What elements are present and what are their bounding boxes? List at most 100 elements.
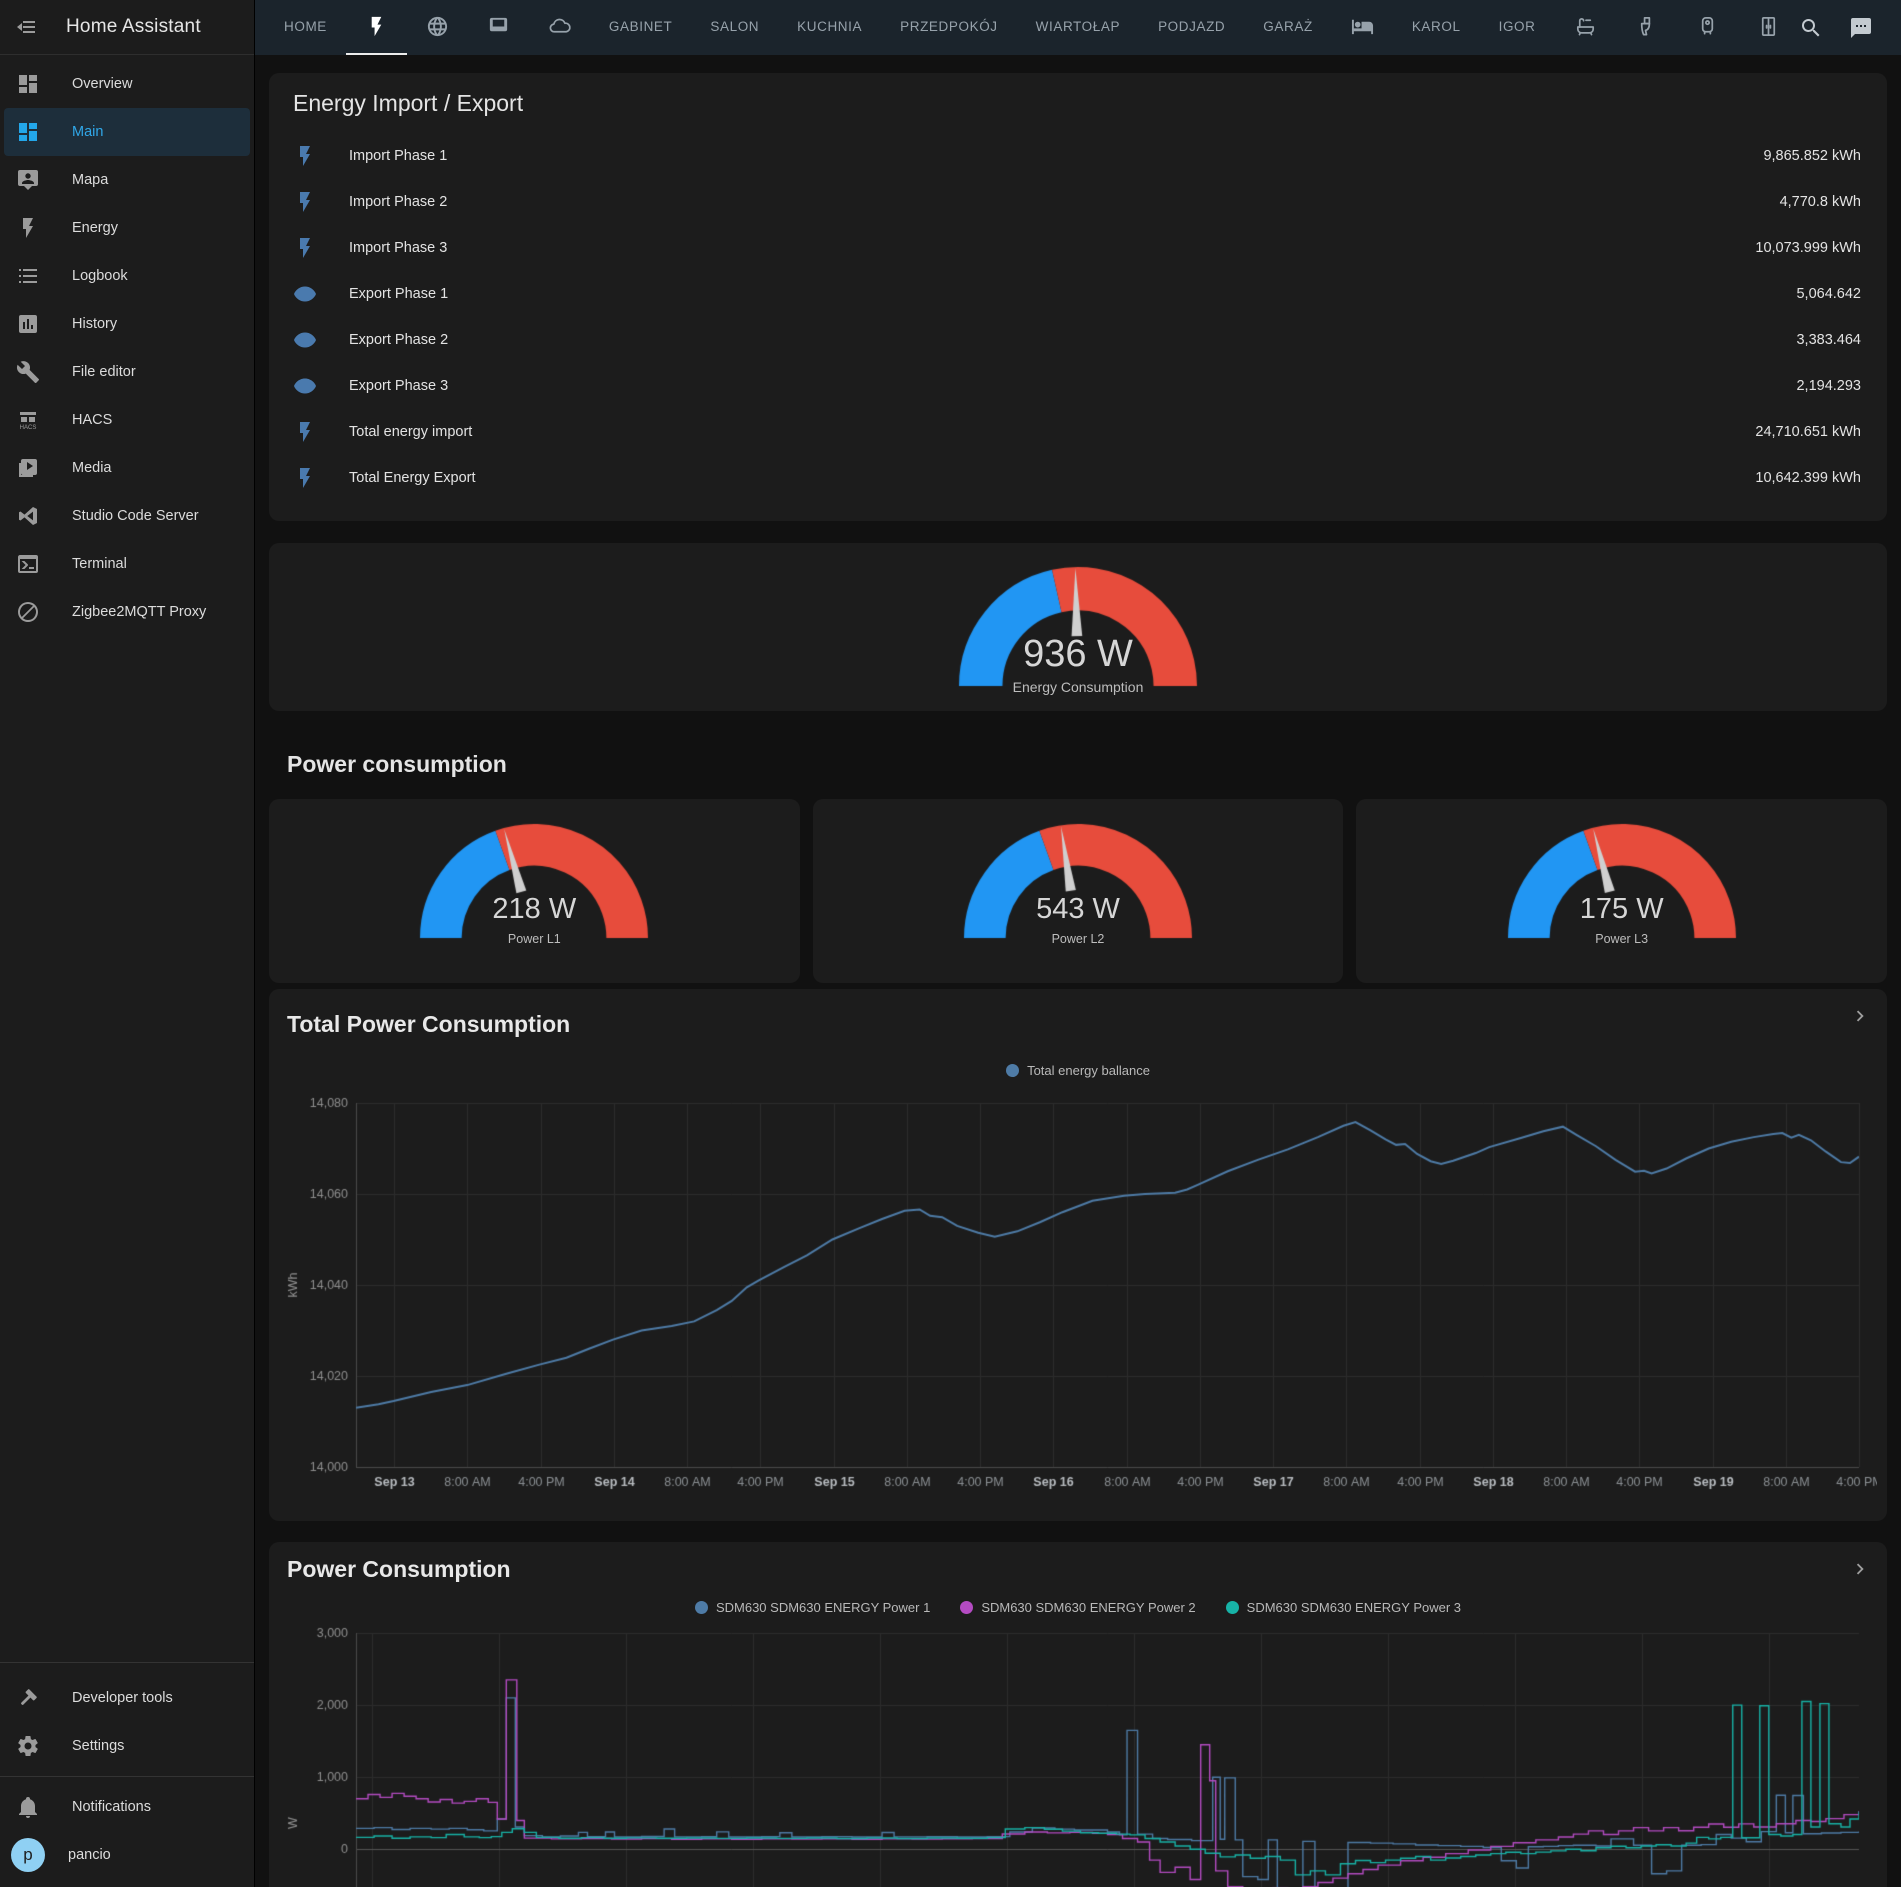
energy-consumption-gauge-card[interactable]: 936 W Energy Consumption [269, 543, 1887, 711]
sidebar-item[interactable]: Mapa [4, 156, 250, 204]
nav-tab[interactable] [1677, 0, 1738, 55]
nav-tab[interactable]: PODJAZD [1139, 0, 1244, 55]
nav-tab[interactable]: SALON [691, 0, 778, 55]
sidebar-item[interactable]: Developer tools [4, 1674, 250, 1722]
chevron-right-icon[interactable] [1849, 1558, 1871, 1580]
power-consumption-chart[interactable] [269, 1623, 1877, 1887]
power-l3-gauge-card[interactable]: 175 W Power L3 [1356, 799, 1887, 983]
nav-tab[interactable] [1555, 0, 1616, 55]
assist-chat-icon[interactable] [1849, 16, 1873, 40]
sidebar: Home Assistant Overview Main Mapa Energy… [0, 0, 255, 1887]
entity-name: Import Phase 1 [349, 148, 447, 164]
legend-item[interactable]: SDM630 SDM630 ENERGY Power 2 [960, 1600, 1195, 1615]
search-icon[interactable] [1799, 16, 1823, 40]
view-dashboard-icon [16, 72, 40, 96]
nav-tab[interactable] [407, 0, 468, 55]
total-power-consumption-chart[interactable] [269, 1086, 1877, 1506]
legend-item[interactable]: SDM630 SDM630 ENERGY Power 3 [1226, 1600, 1461, 1615]
cloud-icon [548, 15, 571, 38]
power-l2-gauge-card[interactable]: 543 W Power L2 [813, 799, 1344, 983]
legend-label: SDM630 SDM630 ENERGY Power 1 [716, 1600, 930, 1615]
vscode-icon [16, 504, 40, 528]
legend-label: SDM630 SDM630 ENERGY Power 2 [981, 1600, 1195, 1615]
sidebar-item-label: Main [72, 124, 103, 140]
entity-row[interactable]: Export Phase 2 3,383.464 [293, 317, 1863, 363]
flash-icon [293, 190, 317, 214]
nav-tab[interactable]: KAROL [1393, 0, 1480, 55]
hammer-icon [16, 1686, 40, 1710]
nav-tab[interactable]: HOME [265, 0, 346, 55]
chart-legend: SDM630 SDM630 ENERGY Power 1 SDM630 SDM6… [269, 1600, 1887, 1615]
flash-icon [293, 466, 317, 490]
sidebar-toggle-icon[interactable] [14, 15, 38, 39]
entity-value: 3,383.464 [1796, 332, 1863, 348]
entity-value: 10,073.999 kWh [1755, 240, 1863, 256]
nav-tab[interactable]: GARAŻ [1244, 0, 1332, 55]
zigbee-icon [16, 600, 40, 624]
legend-item[interactable]: SDM630 SDM630 ENERGY Power 1 [695, 1600, 930, 1615]
sidebar-item-label: Settings [72, 1738, 124, 1754]
entity-row[interactable]: Export Phase 3 2,194.293 [293, 363, 1863, 409]
sidebar-item-user[interactable]: p pancio [4, 1831, 250, 1879]
sidebar-item-notifications[interactable]: Notifications [4, 1783, 250, 1831]
flash-icon [293, 236, 317, 260]
entity-name: Export Phase 1 [349, 286, 448, 302]
nav-tab[interactable]: WIARTOŁAP [1017, 0, 1139, 55]
nav-tab[interactable] [1332, 0, 1393, 55]
sidebar-item[interactable]: Settings [4, 1722, 250, 1770]
sidebar-item-label: Energy [72, 220, 118, 236]
entity-row[interactable]: Total Energy Export 10,642.399 kWh [293, 455, 1863, 501]
flash-icon [293, 144, 317, 168]
entity-row[interactable]: Import Phase 2 4,770.8 kWh [293, 179, 1863, 225]
sidebar-item[interactable]: Overview [4, 60, 250, 108]
gauge-value: 543 W [1036, 893, 1120, 926]
account-card-icon [16, 168, 40, 192]
entity-row[interactable]: Import Phase 3 10,073.999 kWh [293, 225, 1863, 271]
avatar: p [11, 1838, 45, 1872]
toilet-icon [1635, 15, 1658, 38]
chevron-right-icon[interactable] [1849, 1005, 1871, 1027]
chart-title: Total Power Consumption [269, 1009, 1887, 1039]
sidebar-item-label: Developer tools [72, 1690, 173, 1706]
nav-tab[interactable]: PRZEDPOKÓJ [881, 0, 1017, 55]
sidebar-item[interactable]: Terminal [4, 540, 250, 588]
entity-row[interactable]: Export Phase 1 5,064.642 [293, 271, 1863, 317]
legend-item[interactable]: Total energy ballance [1006, 1063, 1150, 1078]
sidebar-item[interactable]: HACS HACS [4, 396, 250, 444]
chart-title: Power Consumption [269, 1554, 1887, 1584]
power-l1-gauge-card[interactable]: 218 W Power L1 [269, 799, 800, 983]
nav-tab-label: PRZEDPOKÓJ [900, 19, 998, 34]
nav-tab[interactable] [468, 0, 529, 55]
sidebar-item[interactable]: Energy [4, 204, 250, 252]
flash-icon [293, 420, 317, 444]
media-box-icon [16, 456, 40, 480]
sidebar-item[interactable]: Studio Code Server [4, 492, 250, 540]
nav-tab[interactable]: KUCHNIA [778, 0, 881, 55]
eye-icon [293, 374, 317, 398]
sidebar-item[interactable]: Main [4, 108, 250, 156]
sidebar-item[interactable]: Zigbee2MQTT Proxy [4, 588, 250, 636]
sidebar-item[interactable]: File editor [4, 348, 250, 396]
nav-tab[interactable] [529, 0, 590, 55]
phase-gauges-row: 218 W Power L1 543 W Power L2 175 W Powe… [269, 799, 1887, 983]
sidebar-header: Home Assistant [0, 0, 254, 55]
notifications-label: Notifications [72, 1799, 151, 1815]
sidebar-item[interactable]: Media [4, 444, 250, 492]
sidebar-item[interactable]: Logbook [4, 252, 250, 300]
entity-value: 5,064.642 [1796, 286, 1863, 302]
nav-tab-label: PODJAZD [1158, 19, 1225, 34]
nav-tab[interactable] [1738, 0, 1799, 55]
gauge-value: 936 W [1023, 633, 1133, 676]
nav-tab[interactable] [346, 0, 407, 55]
top-navigation: HOME GABINET SAL [255, 0, 1901, 55]
bed-icon [1351, 15, 1374, 38]
nav-tab-label: SALON [710, 19, 759, 34]
entity-value: 2,194.293 [1796, 378, 1863, 394]
entity-row[interactable]: Import Phase 1 9,865.852 kWh [293, 133, 1863, 179]
sidebar-item[interactable]: History [4, 300, 250, 348]
nav-tab[interactable] [1616, 0, 1677, 55]
nav-tab[interactable]: IGOR [1480, 0, 1555, 55]
nav-tab[interactable]: GABINET [590, 0, 691, 55]
legend-label: SDM630 SDM630 ENERGY Power 3 [1247, 1600, 1461, 1615]
entity-row[interactable]: Total energy import 24,710.651 kWh [293, 409, 1863, 455]
